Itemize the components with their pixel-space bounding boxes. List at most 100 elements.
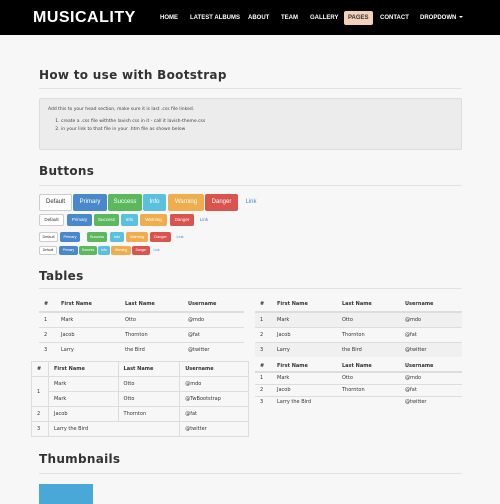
divider bbox=[39, 473, 462, 474]
table-row: 2 Jacob Thornton @fat bbox=[39, 326, 244, 342]
table-row: 3 Larry the Bird @twitter bbox=[255, 341, 462, 357]
table-header: First Name bbox=[272, 361, 337, 373]
table-row: 3 Larry the Bird @twitter bbox=[39, 341, 244, 357]
table-cell: @fat bbox=[400, 326, 462, 342]
primary-button[interactable]: Primary bbox=[67, 214, 92, 226]
table-cell: Otto bbox=[337, 371, 400, 384]
default-button-sm[interactable]: Default bbox=[39, 232, 58, 242]
success-button[interactable]: Success bbox=[94, 214, 119, 226]
link-button-lg[interactable]: Link bbox=[240, 194, 262, 211]
divider bbox=[39, 288, 462, 289]
table-cell: Mark bbox=[47, 376, 119, 392]
instructions-box: Add this to your head section, make sure… bbox=[39, 98, 462, 150]
table-cell: @mdo bbox=[400, 371, 462, 384]
section-title-tables: Tables bbox=[39, 269, 84, 283]
table-row: 3 Larry the Bird @twitter bbox=[255, 395, 462, 408]
info-button[interactable]: Info bbox=[121, 214, 138, 226]
table-header: First Name bbox=[47, 361, 119, 377]
table-cell: Mark bbox=[272, 311, 337, 327]
table-cell: @fat bbox=[179, 406, 249, 422]
table-cell: Thornton bbox=[337, 383, 400, 396]
table-cell: 3 bbox=[31, 421, 49, 437]
danger-button[interactable]: Danger bbox=[170, 214, 194, 226]
table-row: Mark Otto @TwBootstrap bbox=[32, 391, 249, 407]
table-cell: Jacob bbox=[272, 383, 337, 396]
table-cell: 3 bbox=[255, 395, 272, 408]
default-button[interactable]: Default bbox=[39, 214, 64, 226]
table-cell: @TwBootstrap bbox=[179, 391, 249, 407]
table-row: 1 Mark Otto @mdo bbox=[39, 311, 244, 327]
table-cell: @twitter bbox=[400, 341, 462, 357]
table-cell: Mark bbox=[56, 311, 120, 327]
table-cell: 2 bbox=[39, 326, 56, 342]
link-button-xs[interactable]: Link bbox=[151, 246, 162, 255]
table-header: First Name bbox=[56, 297, 120, 313]
basic-table: # First Name Last Name Username 1 Mark O… bbox=[39, 297, 244, 357]
danger-button-xs[interactable]: Danger bbox=[132, 246, 150, 255]
link-button-sm[interactable]: Link bbox=[174, 232, 186, 242]
brand-logo[interactable]: MUSICALITY bbox=[33, 9, 136, 27]
table-row: 1 Mark Otto @mdo bbox=[31, 376, 249, 407]
warning-button-lg[interactable]: Warning bbox=[168, 194, 204, 211]
primary-button-xs[interactable]: Primary bbox=[59, 246, 78, 255]
default-button-xs[interactable]: Default bbox=[39, 246, 57, 255]
divider bbox=[39, 185, 462, 186]
table-header: # bbox=[31, 361, 49, 377]
table-header-row: # First Name Last Name Username bbox=[31, 361, 249, 377]
table-header-row: # First Name Last Name Username bbox=[255, 361, 462, 373]
info-button-lg[interactable]: Info bbox=[143, 194, 166, 211]
nav-about[interactable]: ABOUT bbox=[244, 11, 273, 25]
table-cell: Mark bbox=[47, 391, 119, 407]
thumbnail-image[interactable] bbox=[39, 484, 93, 504]
section-title-buttons: Buttons bbox=[39, 164, 95, 178]
table-row: 2 Jacob Thornton @fat bbox=[31, 406, 249, 422]
table-cell: Otto bbox=[337, 311, 400, 327]
nav-home[interactable]: HOME bbox=[156, 11, 182, 25]
nav-contact[interactable]: CONTACT bbox=[376, 11, 413, 25]
nav-gallery[interactable]: GALLERY bbox=[306, 11, 342, 25]
table-row: 1 Mark Otto @mdo bbox=[255, 371, 462, 384]
table-cell: 1 bbox=[39, 311, 56, 327]
warning-button-xs[interactable]: Warning bbox=[111, 246, 131, 255]
table-cell: Otto bbox=[117, 376, 181, 392]
danger-button-sm[interactable]: Danger bbox=[150, 232, 171, 242]
table-header: Username bbox=[400, 361, 462, 373]
table-cell: @mdo bbox=[183, 311, 244, 327]
info-button-xs[interactable]: Info bbox=[98, 246, 110, 255]
primary-button-sm[interactable]: Primary bbox=[60, 232, 80, 242]
table-cell: Thornton bbox=[117, 406, 181, 422]
nav-team[interactable]: TEAM bbox=[277, 11, 302, 25]
table-header: # bbox=[39, 297, 56, 313]
table-cell: Jacob bbox=[47, 406, 119, 422]
default-button-lg[interactable]: Default bbox=[39, 194, 72, 211]
table-row: 1 Mark Otto @mdo bbox=[255, 311, 462, 327]
success-button-lg[interactable]: Success bbox=[108, 194, 142, 211]
nav-dropdown[interactable]: DROPDOWN bbox=[416, 11, 467, 25]
table-cell: Thornton bbox=[337, 326, 400, 342]
info-button-sm[interactable]: Info bbox=[110, 232, 124, 242]
nav-latest-albums[interactable]: LATEST ALBUMS bbox=[186, 11, 244, 25]
warning-button-sm[interactable]: Warning bbox=[126, 232, 148, 242]
table-cell: the Bird bbox=[120, 341, 183, 357]
instruction-step: create a .css file withthe lavish css in… bbox=[61, 118, 205, 126]
table-cell: 1 bbox=[255, 311, 272, 327]
table-cell: 2 bbox=[31, 406, 49, 422]
link-button[interactable]: Link bbox=[197, 214, 211, 226]
caret-down-icon bbox=[459, 16, 464, 19]
navbar: MUSICALITY HOME LATEST ALBUMS ABOUT TEAM… bbox=[0, 0, 500, 35]
table-header: Username bbox=[400, 297, 462, 313]
table-cell: Otto bbox=[117, 391, 181, 407]
table-cell: @twitter bbox=[179, 421, 249, 437]
nav-pages[interactable]: PAGES bbox=[344, 11, 373, 25]
danger-button-lg[interactable]: Danger bbox=[205, 194, 238, 211]
success-button-xs[interactable]: Success bbox=[79, 246, 97, 255]
table-cell: @fat bbox=[400, 383, 462, 396]
success-button-sm[interactable]: Success bbox=[87, 232, 107, 242]
warning-button[interactable]: Warning bbox=[140, 214, 167, 226]
table-header: Last Name bbox=[337, 361, 400, 373]
table-header: Username bbox=[179, 361, 249, 377]
table-row: 3 Larry the Bird @twitter bbox=[31, 421, 249, 437]
table-header: Last Name bbox=[117, 361, 181, 377]
primary-button-lg[interactable]: Primary bbox=[73, 194, 107, 211]
table-cell: @twitter bbox=[400, 395, 462, 408]
